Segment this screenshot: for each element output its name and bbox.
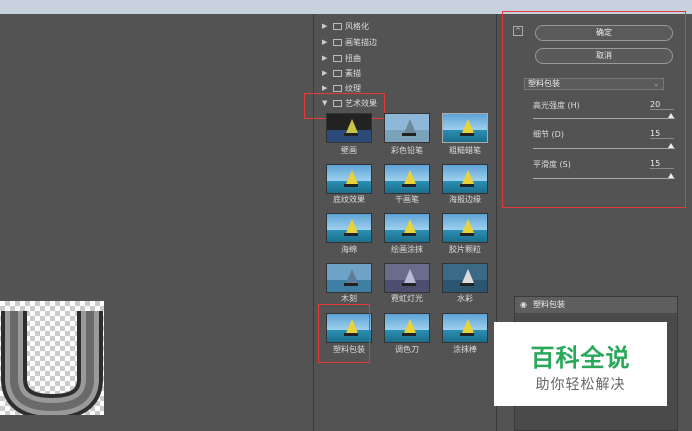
slider-highlight-strength[interactable] [533,118,675,119]
thumb-label: 霓虹灯光 [391,294,423,303]
panel-divider [313,14,314,431]
collapse-icon[interactable]: ^ [513,26,523,36]
tree-item-label: 扭曲 [345,54,361,63]
slider-knob[interactable] [668,113,674,118]
thumb-label: 海报边缘 [449,195,481,204]
thumb-colored-pencil[interactable] [384,113,430,143]
tree-item-distort[interactable]: ▶ 扭曲 [322,52,361,65]
slider-smoothness[interactable] [533,178,675,179]
filter-select-value: 塑料包装 [528,79,560,88]
param-value-smoothness[interactable]: 15 [650,159,674,169]
thumb-label: 底纹效果 [333,195,365,204]
tree-item-brush-strokes[interactable]: ▶ 画笔描边 [322,36,377,49]
thumb-label: 水彩 [457,294,473,303]
folder-icon [333,70,342,77]
param-label-smoothness: 平滑度 (S) [533,160,571,169]
thumb-neon-glow[interactable] [384,263,430,293]
letter-u-render [1,311,103,421]
effect-layer-row[interactable]: ◉ 塑料包装 [515,297,677,313]
effect-layer-name: 塑料包装 [533,300,565,309]
thumb-label: 壁画 [341,146,357,155]
cancel-button[interactable]: 取消 [535,48,673,64]
thumb-cutout[interactable] [326,263,372,293]
slider-detail[interactable] [533,148,675,149]
thumb-label: 干画笔 [395,195,419,204]
preview-image [0,301,104,421]
thumb-underpainting[interactable] [326,164,372,194]
tree-item-label: 素描 [345,69,361,78]
thumb-label: 彩色铅笔 [391,146,423,155]
folder-icon [333,55,342,62]
param-label-detail: 细节 (D) [533,130,564,139]
param-value-highlight-strength[interactable]: 20 [650,100,674,110]
thumb-label: 木刻 [341,294,357,303]
thumb-label: 胶片颗粒 [449,245,481,254]
watermark-logo: 百科全说 助你轻松解决 [494,322,667,406]
highlight-box-plastic-wrap [318,304,370,363]
param-label-highlight-strength: 高光强度 (H) [533,101,580,110]
filter-select[interactable]: 塑料包装 ⌄ [524,78,664,90]
folder-icon [333,39,342,46]
thumb-dry-brush[interactable] [384,164,430,194]
tree-item-label: 风格化 [345,22,369,31]
thumb-label: 调色刀 [395,345,419,354]
thumb-watercolor[interactable] [442,263,488,293]
watermark-title: 百科全说 [530,344,631,372]
folder-icon [333,85,342,92]
thumb-smudge-stick[interactable] [442,313,488,343]
thumb-paint-daubs[interactable] [384,213,430,243]
thumb-label: 绘画涂抹 [391,245,423,254]
tree-item-stylize[interactable]: ▶ 风格化 [322,20,369,33]
chevron-down-icon: ⌄ [653,80,659,88]
thumb-rough-pastels[interactable] [442,113,488,143]
folder-icon [333,23,342,30]
triangle-right-icon: ▶ [322,54,328,62]
tree-item-sketch[interactable]: ▶ 素描 [322,67,361,80]
triangle-right-icon: ▶ [322,38,328,46]
thumb-palette-knife[interactable] [384,313,430,343]
thumb-film-grain[interactable] [442,213,488,243]
thumb-label: 海绵 [341,245,357,254]
tree-item-label: 画笔描边 [345,38,377,47]
param-value-detail[interactable]: 15 [650,129,674,139]
thumb-label: 粗糙蜡笔 [449,146,481,155]
triangle-right-icon: ▶ [322,22,328,30]
ok-button[interactable]: 确定 [535,25,673,41]
thumb-fresco[interactable] [326,113,372,143]
slider-knob[interactable] [668,143,674,148]
triangle-right-icon: ▶ [322,69,328,77]
slider-knob[interactable] [668,173,674,178]
thumb-label: 涂抹棒 [453,345,477,354]
watermark-subtitle: 助你轻松解决 [535,377,626,393]
thumb-poster-edges[interactable] [442,164,488,194]
eye-icon[interactable]: ◉ [520,297,527,313]
thumb-sponge[interactable] [326,213,372,243]
